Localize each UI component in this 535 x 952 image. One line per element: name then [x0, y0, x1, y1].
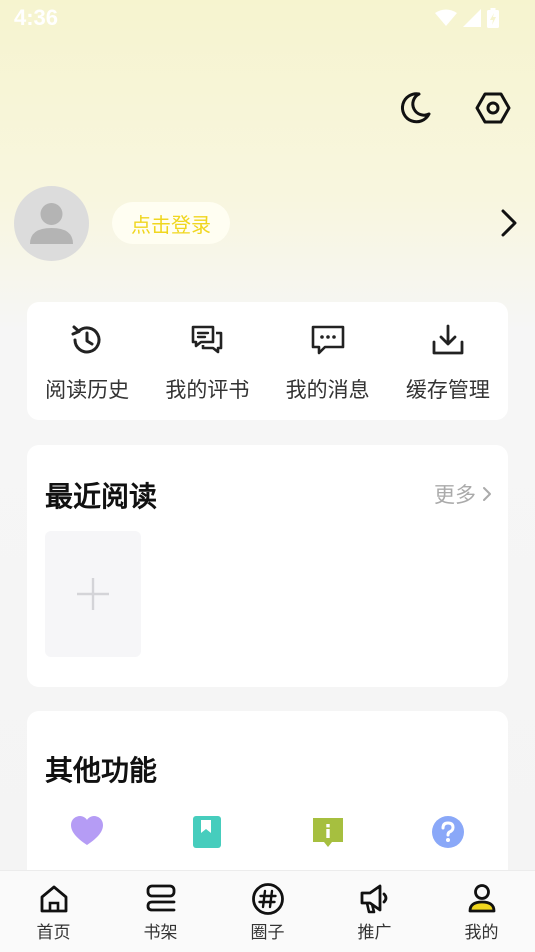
battery-icon: [487, 8, 499, 28]
night-mode-button[interactable]: [395, 88, 435, 128]
download-icon: [432, 324, 464, 355]
plus-icon: [77, 578, 109, 610]
quick-item-label: 我的消息: [285, 378, 370, 402]
moon-icon: [400, 92, 431, 124]
bookshelf-icon: [146, 884, 175, 912]
recent-reading-card: 最近阅读 更多: [27, 445, 508, 687]
signal-icon: [463, 9, 481, 27]
quick-item-history[interactable]: 阅读历史: [27, 302, 147, 420]
quick-item-label: 阅读历史: [45, 378, 130, 402]
nav-home[interactable]: 首页: [0, 871, 107, 952]
notice-button[interactable]: [268, 815, 388, 849]
nav-label: 首页: [36, 923, 71, 943]
bookmark-icon: [193, 816, 222, 848]
status-bar: 4:36: [0, 0, 535, 38]
add-book-button[interactable]: [45, 531, 141, 657]
wifi-icon: [435, 9, 457, 26]
home-icon: [40, 885, 67, 913]
favorites-button[interactable]: [27, 815, 147, 849]
other-icons-row: [27, 815, 508, 849]
chevron-right-icon: [483, 487, 491, 501]
profile-section[interactable]: 点击登录: [14, 186, 524, 262]
settings-icon: [475, 92, 511, 124]
reviews-icon: [192, 325, 223, 354]
history-icon: [71, 325, 101, 354]
nav-bookshelf[interactable]: 书架: [107, 871, 214, 952]
nav-promote[interactable]: 推广: [321, 871, 428, 952]
bookmarks-button[interactable]: [147, 815, 267, 849]
user-icon: [468, 884, 495, 913]
top-actions: [395, 88, 513, 128]
more-link[interactable]: 更多: [434, 479, 492, 509]
chevron-right-icon: [501, 209, 517, 237]
nav-label: 推广: [357, 923, 392, 943]
help-button[interactable]: [388, 815, 508, 849]
nav-label: 我的: [464, 923, 499, 943]
other-title: 其他功能: [45, 754, 158, 787]
heart-icon: [71, 816, 104, 845]
quick-actions-card: 阅读历史 我的评书 我的消息 缓存管理: [27, 302, 508, 420]
settings-button[interactable]: [473, 88, 513, 128]
nav-label: 圈子: [250, 923, 285, 943]
message-icon: [311, 325, 344, 355]
quick-item-cache[interactable]: 缓存管理: [388, 302, 508, 420]
quick-item-label: 我的评书: [165, 378, 250, 402]
status-time: 4:36: [14, 5, 59, 30]
avatar[interactable]: [14, 186, 89, 261]
nav-mine[interactable]: 我的: [428, 871, 535, 952]
recent-title: 最近阅读: [45, 480, 158, 513]
bottom-nav: 首页 书架 圈子 推广 我的: [0, 870, 535, 952]
more-label: 更多: [434, 483, 476, 507]
status-icons: [435, 8, 499, 28]
megaphone-icon: [360, 884, 387, 914]
profile-arrow[interactable]: [494, 206, 524, 240]
help-icon: [431, 816, 464, 848]
nav-circle[interactable]: 圈子: [214, 871, 321, 952]
quick-item-reviews[interactable]: 我的评书: [147, 302, 267, 420]
hashtag-icon: [251, 883, 284, 915]
notice-icon: [312, 818, 343, 847]
nav-label: 书架: [143, 923, 178, 943]
quick-item-messages[interactable]: 我的消息: [268, 302, 388, 420]
default-avatar-icon: [30, 203, 73, 244]
quick-item-label: 缓存管理: [405, 378, 490, 402]
login-button[interactable]: 点击登录: [112, 202, 230, 244]
